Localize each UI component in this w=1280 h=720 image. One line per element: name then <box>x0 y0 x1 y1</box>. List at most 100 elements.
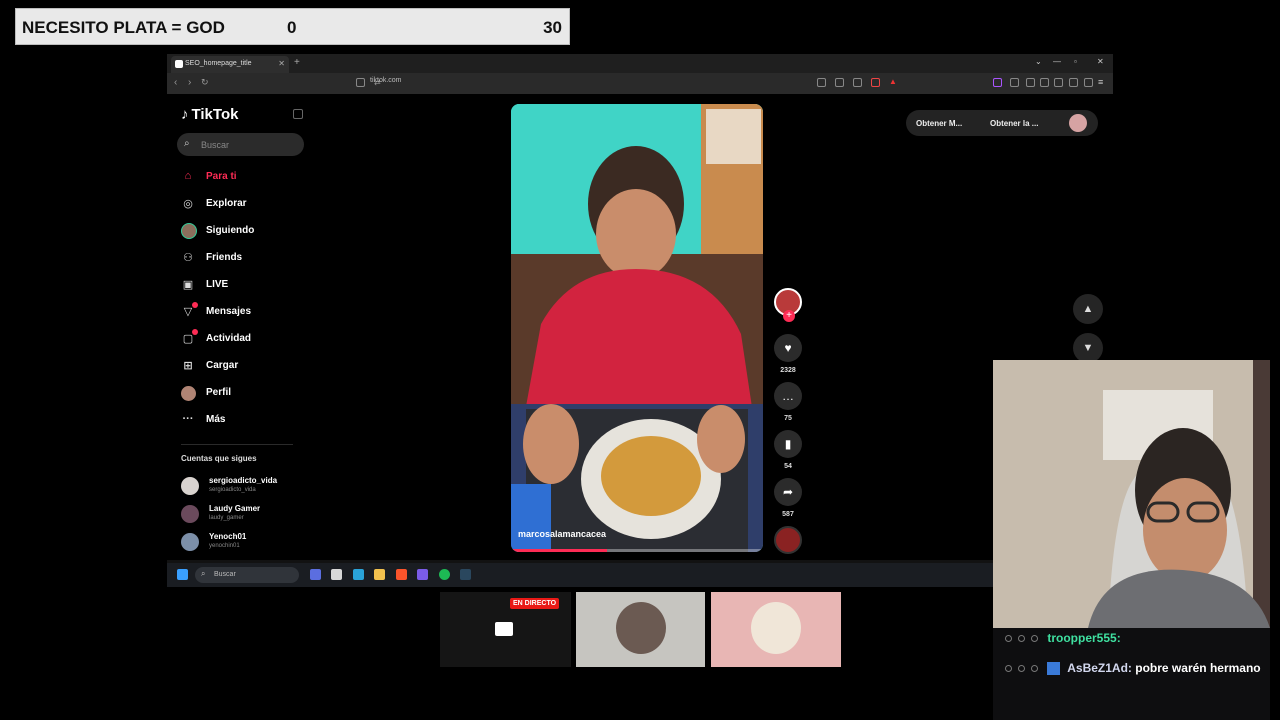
vpn-icon[interactable] <box>1069 78 1078 87</box>
sidebar-icon[interactable] <box>1040 78 1049 87</box>
forward-icon[interactable]: › <box>188 77 191 88</box>
badge-icon <box>1047 662 1061 676</box>
ban-icon[interactable] <box>1031 665 1038 673</box>
music-disc-avatar[interactable] <box>774 526 802 554</box>
close-window-icon[interactable]: ✕ <box>1097 57 1104 66</box>
video-progress-bar[interactable] <box>511 549 763 552</box>
profile-icon[interactable] <box>1084 78 1093 87</box>
back-icon[interactable]: ‹ <box>174 77 177 88</box>
address-bar[interactable]: tiktok.com <box>370 77 900 84</box>
timeout-icon[interactable] <box>1005 665 1012 673</box>
goal-target: 30 <box>543 18 562 37</box>
delete-icon[interactable] <box>1018 665 1025 673</box>
save-button[interactable]: ▮ <box>774 430 802 458</box>
nav-item-para-ti[interactable]: ⌂ Para ti <box>181 167 305 189</box>
like-button[interactable]: ♥ <box>774 334 802 362</box>
tiktok-logo[interactable]: ♪ TikTok <box>181 106 238 123</box>
heart-icon: ♥ <box>784 341 792 355</box>
nav-label: Para ti <box>206 171 237 182</box>
live-badge: EN DIRECTO <box>510 598 560 609</box>
store-icon[interactable] <box>331 569 342 580</box>
tiktok-page: ♪ TikTok ⌕ Buscar ⌂ Para ti ◎ Explorar Si… <box>167 94 1113 560</box>
get-app-button[interactable]: Obtener M... <box>916 119 962 128</box>
share-button[interactable]: ➦ <box>774 478 802 506</box>
close-tab-icon[interactable]: ✕ <box>278 59 285 68</box>
scroll-up-button[interactable]: ▲ <box>1073 294 1103 324</box>
menu-icon[interactable]: ≡ <box>1098 77 1103 87</box>
maximize-icon[interactable]: ▫ <box>1074 57 1077 66</box>
discord-icon[interactable] <box>417 569 428 580</box>
new-tab-icon[interactable]: + <box>294 57 300 68</box>
chat-message: troopper555: <box>1005 631 1121 645</box>
nav-item-perfil[interactable]: Perfil <box>181 383 305 405</box>
share-arrow-icon: ➦ <box>782 485 794 499</box>
follow-plus-icon[interactable]: + <box>783 310 795 322</box>
chat-username[interactable]: troopper555: <box>1047 631 1120 645</box>
donation-goal-bar: NECESITO PLATA = GOD 0 30 <box>15 8 570 45</box>
file-explorer-icon[interactable] <box>374 569 385 580</box>
upload-plus-icon: ⊞ <box>183 360 193 372</box>
video-frame-image <box>511 104 763 552</box>
user-avatar[interactable] <box>1069 114 1087 132</box>
tab-list-chevron-icon[interactable]: ⌄ <box>1035 57 1042 66</box>
music-icon[interactable] <box>1026 78 1035 87</box>
nav-item-mensajes[interactable]: ▽ Mensajes <box>181 302 305 324</box>
minimize-icon[interactable]: — <box>1053 57 1061 66</box>
edge-icon[interactable] <box>353 569 364 580</box>
video-progress-fill <box>511 549 607 552</box>
taskbar-search[interactable]: ⌕ Buscar <box>195 567 299 583</box>
like-count: 2328 <box>780 367 796 374</box>
search-icon: ⌕ <box>184 138 190 149</box>
get-desktop-button[interactable]: Obtener la ... <box>990 119 1038 128</box>
brave-icon[interactable] <box>396 569 407 580</box>
extension-icon[interactable] <box>993 78 1002 87</box>
ban-icon[interactable] <box>1031 635 1038 643</box>
nav-item-siguiendo[interactable]: Siguiendo <box>181 221 305 243</box>
scroll-down-button[interactable]: ▼ <box>1073 333 1103 363</box>
delete-icon[interactable] <box>1018 635 1025 643</box>
chat-username[interactable]: AsBeZ1Ad: <box>1067 661 1132 675</box>
browser-tab[interactable]: SEO_homepage_title ✕ <box>171 56 289 73</box>
nav-label: Explorar <box>206 198 247 209</box>
account-name: Laudy Gamer <box>209 504 261 513</box>
chevron-up-icon: ▲ <box>1082 303 1094 315</box>
steam-icon[interactable] <box>460 569 471 580</box>
nav-item-mas[interactable]: ··· Más <box>181 410 305 432</box>
nav-item-explorar[interactable]: ◎ Explorar <box>181 194 305 216</box>
account-handle: yenochin01 <box>209 543 240 549</box>
nav-item-live[interactable]: ▣ LIVE <box>181 275 305 297</box>
bookmark-icon[interactable] <box>356 78 365 87</box>
reload-icon[interactable]: ↻ <box>201 77 209 88</box>
search-input[interactable]: ⌕ Buscar <box>177 133 304 156</box>
nav-item-actividad[interactable]: ▢ Actividad <box>181 329 305 351</box>
nav-item-cargar[interactable]: ⊞ Cargar <box>181 356 305 378</box>
nav-label: LIVE <box>206 279 229 290</box>
collapse-sidebar-icon[interactable] <box>293 109 303 119</box>
chevron-down-icon: ▼ <box>1082 342 1094 354</box>
get-app-pills: Obtener M... Obtener la ... <box>906 110 1098 136</box>
nav-label: Cargar <box>206 360 239 371</box>
windows-start-icon[interactable] <box>177 569 188 580</box>
tab-bar: SEO_homepage_title ✕ + ⌄ — ▫ ✕ <box>167 54 1113 73</box>
video-player[interactable]: marcosalamancacea <box>511 104 763 552</box>
nav-item-friends[interactable]: ⚇ Friends <box>181 248 305 270</box>
following-account[interactable]: sergioadicto_vida sergioadicto_vida <box>181 474 305 500</box>
nav-label: Perfil <box>206 387 232 398</box>
comment-icon: … <box>782 389 794 403</box>
timeout-icon[interactable] <box>1005 635 1012 643</box>
search-icon: ⌕ <box>201 569 206 578</box>
guest-camera-thumbnail[interactable] <box>576 592 705 667</box>
comment-button[interactable]: … <box>774 382 802 410</box>
copilot-icon[interactable] <box>310 569 321 580</box>
guest-camera-thumbnail[interactable] <box>711 592 841 667</box>
goal-title: NECESITO PLATA = GOD <box>22 18 225 37</box>
profile-avatar-icon <box>181 386 196 401</box>
extension-2-icon[interactable] <box>1010 78 1019 87</box>
video-author[interactable]: marcosalamancacea <box>518 529 606 539</box>
following-account[interactable]: Yenoch01 yenochin01 <box>181 530 305 556</box>
spotify-icon[interactable] <box>439 569 450 580</box>
wallet-icon[interactable] <box>1054 78 1063 87</box>
streamer-webcam <box>993 360 1270 628</box>
compass-icon: ◎ <box>183 198 193 210</box>
following-account[interactable]: Laudy Gamer laudy_gamer <box>181 502 305 528</box>
